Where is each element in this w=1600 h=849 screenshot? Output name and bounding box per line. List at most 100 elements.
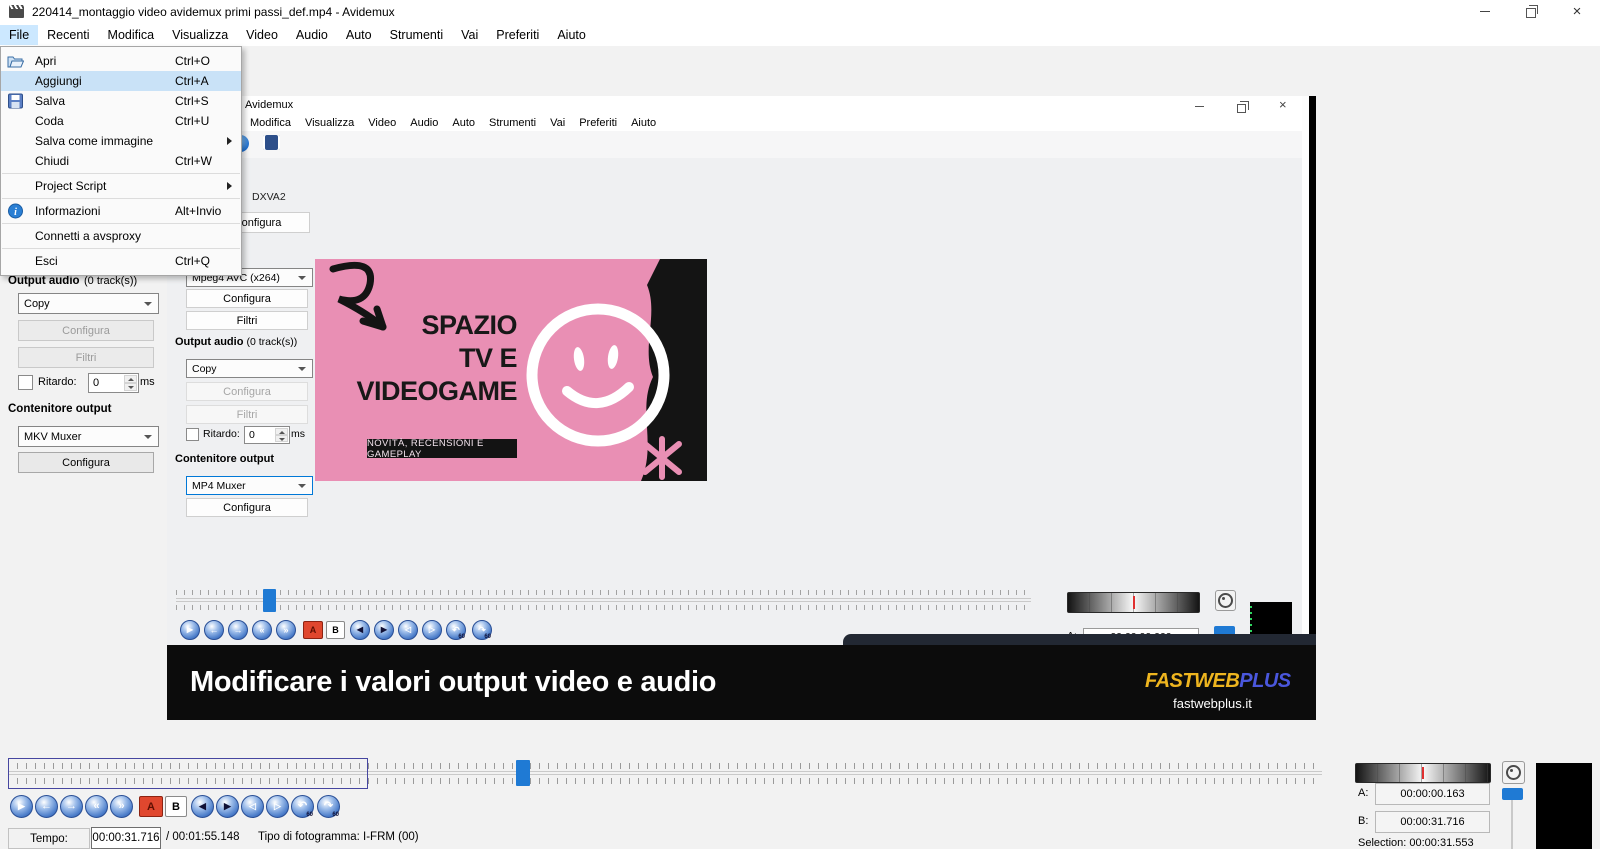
open-folder-icon <box>7 53 24 69</box>
close-button[interactable]: × <box>1554 0 1600 23</box>
step-back-button[interactable]: ← <box>35 795 58 818</box>
svg-text:i: i <box>14 207 17 218</box>
inner-restore-icon <box>1237 104 1246 113</box>
timeline-position-handle[interactable] <box>516 760 530 786</box>
video-thumbnail: SPAZIO TV E VIDEOGAME NOVITÀ, RECENSIONI… <box>315 259 707 481</box>
thumbnail-title: SPAZIO TV E VIDEOGAME <box>345 309 517 408</box>
shuttle-needle <box>1422 767 1424 779</box>
prev-black-frame-button[interactable]: ◀ <box>191 795 214 818</box>
inner-video-configura: Configura <box>186 289 308 308</box>
menu-recenti[interactable]: Recenti <box>38 25 98 45</box>
file-menu-salva-come-immagine[interactable]: Salva come immagine <box>1 131 241 151</box>
ritardo-checkbox[interactable] <box>18 375 33 390</box>
file-menu-aggiungi[interactable]: Aggiungi Ctrl+A <box>1 71 241 91</box>
inner-menu-bar: Modifica Visualizza Video Audio Auto Str… <box>167 114 1302 131</box>
file-menu-apri[interactable]: Apri Ctrl+O <box>1 51 241 71</box>
spin-up-icon[interactable] <box>124 375 137 383</box>
caption-text: Modificare i valori output video e audio <box>190 666 716 699</box>
inner-ritardo-spinner: 0 <box>244 426 290 444</box>
file-menu-coda[interactable]: Coda Ctrl+U <box>1 111 241 131</box>
recorded-avidemux-window: Avidemux × Modifica Visualizza Video Aud… <box>167 96 1309 645</box>
audio-filtri-button[interactable]: Filtri <box>18 347 154 368</box>
main-timeline[interactable] <box>0 755 1328 790</box>
inner-timeline <box>176 588 1031 614</box>
transport-bar: ▶ ← → « » A B ◀ ▶ ◁ ▷ ↶60 ↷60 <box>0 795 360 819</box>
inner-transport-bar: ▶ ← → « » A B ◀ ▶ ◁ ▷ ↶60 ↷60 <box>167 620 687 640</box>
inner-audio-codec-select: Copy <box>186 359 313 378</box>
inner-window-title: Avidemux <box>245 99 293 111</box>
next-keyframe-button[interactable]: ▷ <box>266 795 289 818</box>
menu-audio[interactable]: Audio <box>287 25 337 45</box>
shuttle-control[interactable] <box>1355 763 1491 783</box>
menu-aiuto[interactable]: Aiuto <box>548 25 595 45</box>
container-configura-button[interactable]: Configura <box>18 452 154 473</box>
inner-audio-configura: Configura <box>186 382 308 401</box>
ritardo-unit: ms <box>140 376 155 388</box>
minimize-icon <box>1480 11 1490 12</box>
fast-forward-button[interactable]: » <box>110 795 133 818</box>
minimize-button[interactable] <box>1462 0 1508 23</box>
volume-track <box>1511 800 1513 849</box>
selection-label: Selection: 00:00:31.553 <box>1358 837 1474 849</box>
marker-b-button[interactable]: B <box>165 796 187 817</box>
container-format-select[interactable]: MKV Muxer <box>18 426 159 447</box>
menu-visualizza[interactable]: Visualizza <box>163 25 237 45</box>
menu-video[interactable]: Video <box>237 25 287 45</box>
file-menu-connetti-avsproxy[interactable]: Connetti a avsproxy <box>1 226 241 246</box>
restore-button[interactable] <box>1508 0 1554 23</box>
next-black-frame-button[interactable]: ▶ <box>216 795 239 818</box>
save-icon <box>7 93 24 109</box>
frame-type-label: Tipo di fotogramma: I-FRM (00) <box>258 831 419 843</box>
restore-icon <box>1526 8 1536 18</box>
back-60s-button[interactable]: ↶60 <box>291 795 314 818</box>
tempo-button[interactable]: Tempo: <box>8 828 90 849</box>
forward-60s-button[interactable]: ↷60 <box>317 795 340 818</box>
ritardo-spinner[interactable]: 0 <box>88 373 139 393</box>
fast-back-button[interactable]: « <box>85 795 108 818</box>
inner-video-filtri: Filtri <box>186 311 308 330</box>
speaker-icon <box>1506 765 1521 780</box>
inner-audio-filtri: Filtri <box>186 405 308 424</box>
audio-configura-button[interactable]: Configura <box>18 320 154 341</box>
inner-container-label: Contenitore output <box>175 453 274 465</box>
file-menu-esci[interactable]: Esci Ctrl+Q <box>1 251 241 271</box>
file-menu-chiudi[interactable]: Chiudi Ctrl+W <box>1 151 241 171</box>
audio-codec-select[interactable]: Copy <box>18 293 159 314</box>
menu-strumenti[interactable]: Strumenti <box>381 25 453 45</box>
brand-plus: PLUS <box>1239 670 1290 692</box>
b-marker-field[interactable]: 00:00:31.716 <box>1375 811 1490 833</box>
file-menu-informazioni[interactable]: i Informazioni Alt+Invio <box>1 201 241 221</box>
video-preview[interactable]: Avidemux × Modifica Visualizza Video Aud… <box>167 96 1316 720</box>
thumbnail-badge: NOVITÀ, RECENSIONI E GAMEPLAY <box>367 439 517 458</box>
inner-close-icon: × <box>1279 97 1287 112</box>
volume-handle[interactable] <box>1502 788 1523 800</box>
speaker-button[interactable] <box>1502 761 1525 784</box>
a-marker-field[interactable]: 00:00:00.163 <box>1375 783 1490 805</box>
marker-a-button[interactable]: A <box>139 796 163 817</box>
spin-down-icon[interactable] <box>124 383 137 391</box>
avidemux-window: 220414_montaggio video avidemux primi pa… <box>0 0 1600 849</box>
file-menu-salva[interactable]: Salva Ctrl+S <box>1 91 241 111</box>
menu-modifica[interactable]: Modifica <box>99 25 164 45</box>
prev-keyframe-button[interactable]: ◁ <box>241 795 264 818</box>
menu-preferiti[interactable]: Preferiti <box>487 25 548 45</box>
submenu-arrow-icon <box>227 182 232 190</box>
inner-minimize-icon <box>1195 106 1204 107</box>
info-icon: i <box>7 203 24 219</box>
inner-ritardo-unit: ms <box>291 428 305 440</box>
menu-vai[interactable]: Vai <box>452 25 487 45</box>
menu-file[interactable]: File <box>0 25 38 45</box>
brand-fastweb: FASTWEB <box>1145 670 1239 692</box>
step-forward-button[interactable]: → <box>60 795 83 818</box>
menu-auto[interactable]: Auto <box>337 25 381 45</box>
container-section-label: Contenitore output <box>8 403 111 415</box>
time-current-field[interactable]: 00:00:31.716 <box>91 827 161 849</box>
timeline-selection <box>8 758 368 789</box>
file-menu-project-script[interactable]: Project Script <box>1 176 241 196</box>
close-icon: × <box>1573 4 1582 19</box>
play-button[interactable]: ▶ <box>10 795 33 818</box>
video-caption-banner: Modificare i valori output video e audio… <box>167 645 1316 720</box>
preview-thumb <box>1536 763 1592 849</box>
window-title: 220414_montaggio video avidemux primi pa… <box>32 5 395 19</box>
b-marker-label: B: <box>1358 815 1368 827</box>
